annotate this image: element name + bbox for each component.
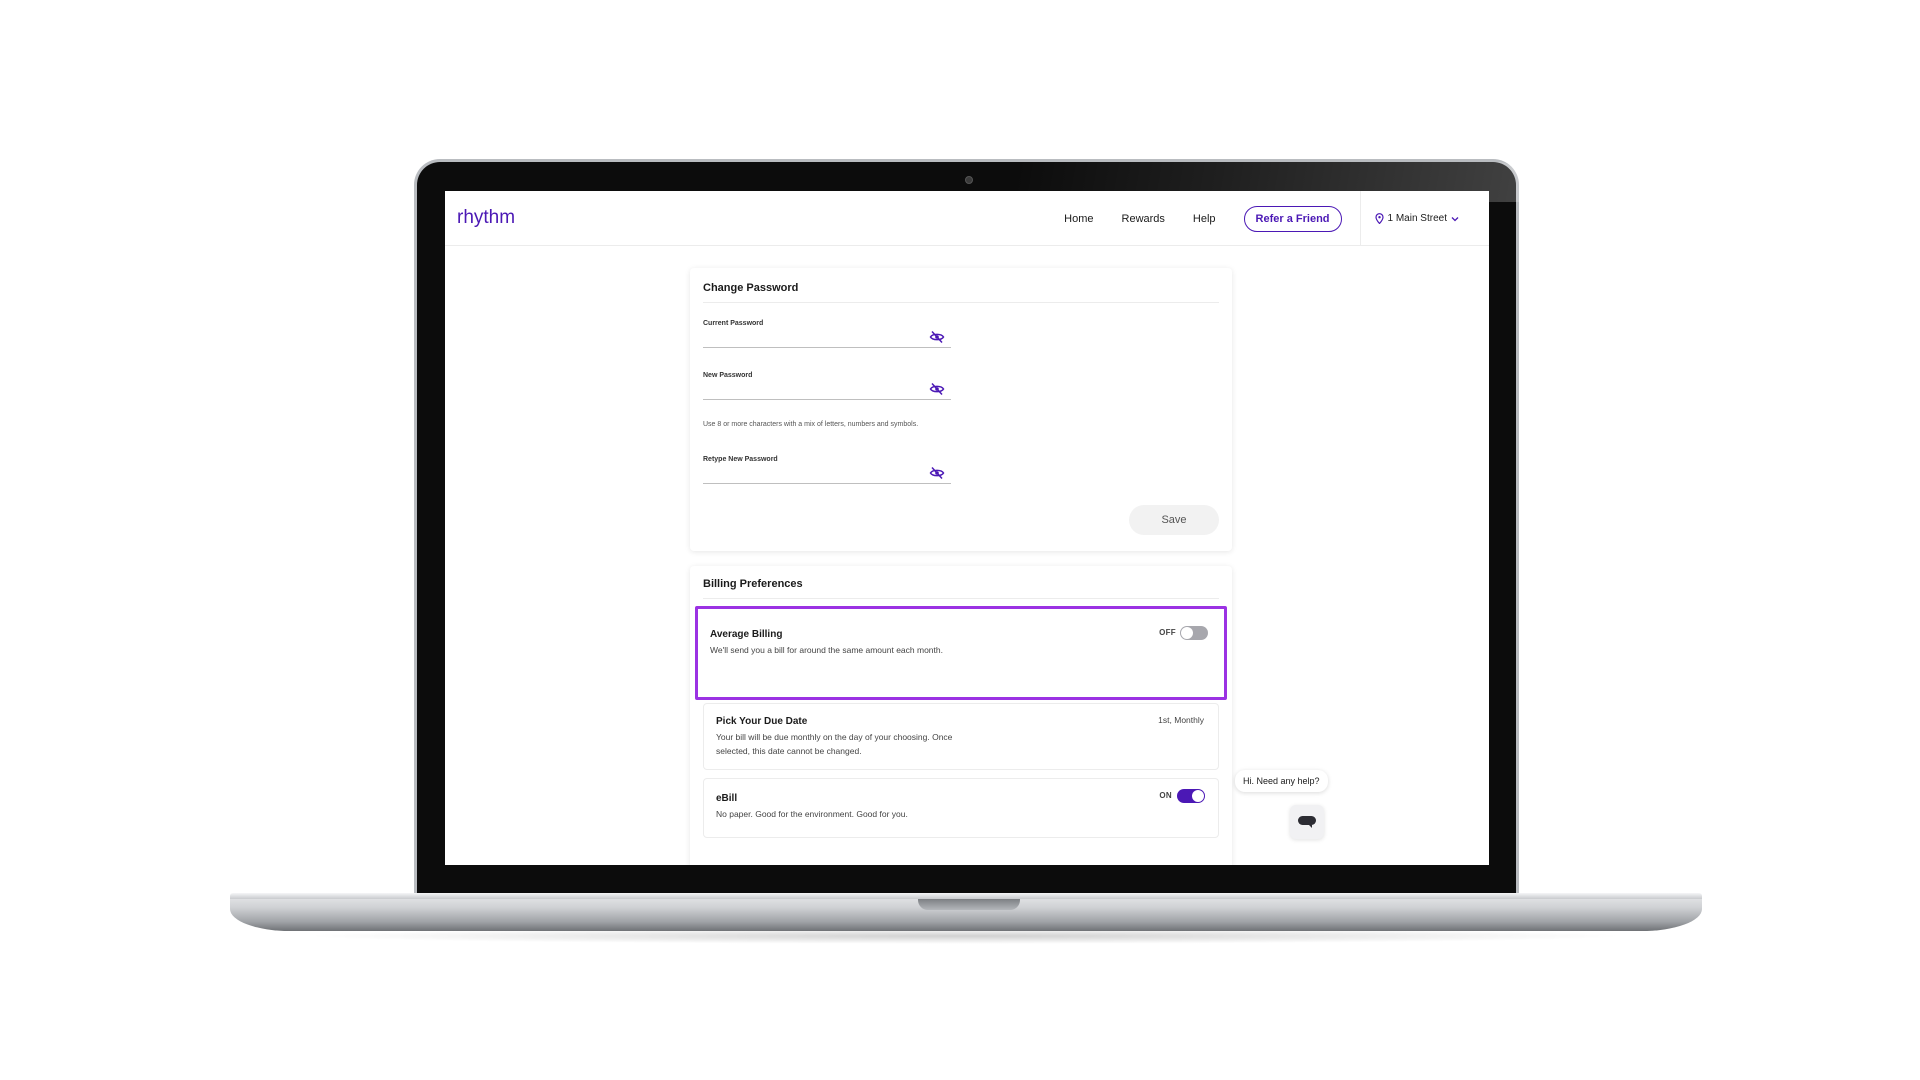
- toggle-knob: [1192, 790, 1204, 802]
- average-billing-state: OFF: [1159, 628, 1176, 637]
- chat-prompt-bubble[interactable]: Hi. Need any help?: [1235, 770, 1328, 792]
- ebill-description: No paper. Good for the environment. Good…: [716, 809, 908, 819]
- change-password-card: Change Password Current Password New Pas…: [690, 268, 1232, 551]
- location-pin-icon: [1374, 213, 1384, 224]
- average-billing-toggle[interactable]: [1180, 626, 1208, 640]
- nav-help[interactable]: Help: [1193, 213, 1216, 225]
- nav-rewards[interactable]: Rewards: [1122, 213, 1165, 225]
- nav-bar: Home Rewards Help Refer a Friend 1 Main …: [1064, 191, 1489, 246]
- due-date-value: 1st, Monthly: [1158, 715, 1204, 725]
- nav-divider: [1359, 191, 1361, 246]
- svg-text:rhythm: rhythm: [457, 207, 515, 228]
- current-password-label: Current Password: [703, 320, 764, 327]
- address-selector[interactable]: 1 Main Street: [1374, 213, 1463, 224]
- ebill-state: ON: [1159, 791, 1172, 800]
- nav-home[interactable]: Home: [1064, 213, 1093, 225]
- chat-launcher-button[interactable]: [1290, 805, 1324, 839]
- card-divider: [703, 302, 1219, 303]
- hide-password-icon[interactable]: [929, 466, 945, 480]
- billing-preferences-card: Billing Preferences Average Billing We'l…: [690, 566, 1232, 865]
- average-billing-row: Average Billing We'll send you a bill fo…: [695, 606, 1227, 700]
- toggle-knob: [1181, 627, 1193, 639]
- hide-password-icon[interactable]: [929, 330, 945, 344]
- retype-password-field[interactable]: [703, 466, 951, 484]
- camera-dot: [965, 176, 973, 184]
- retype-password-label: Retype New Password: [703, 456, 778, 463]
- ebill-toggle[interactable]: [1177, 789, 1205, 803]
- refer-a-friend-button[interactable]: Refer a Friend: [1243, 205, 1342, 232]
- average-billing-description: We'll send you a bill for around the sam…: [710, 645, 943, 655]
- ebill-row: eBill No paper. Good for the environment…: [703, 778, 1219, 838]
- password-hint: Use 8 or more characters with a mix of l…: [703, 421, 919, 428]
- chevron-down-icon: [1451, 216, 1459, 221]
- rhythm-logo[interactable]: rhythm: [457, 203, 527, 235]
- new-password-field[interactable]: [703, 382, 951, 400]
- ebill-title: eBill: [716, 793, 738, 804]
- current-password-field[interactable]: [703, 330, 951, 348]
- address-label: 1 Main Street: [1387, 213, 1447, 224]
- chat-icon: [1298, 816, 1316, 828]
- due-date-description: Your bill will be due monthly on the day…: [716, 732, 953, 756]
- billing-preferences-title: Billing Preferences: [703, 578, 803, 590]
- due-date-row[interactable]: Pick Your Due Date Your bill will be due…: [703, 703, 1219, 770]
- top-navigation: rhythm Home Rewards Help Refer a Friend …: [445, 191, 1489, 246]
- change-password-title: Change Password: [703, 282, 799, 294]
- laptop-notch: [918, 899, 1020, 910]
- save-password-button[interactable]: Save: [1129, 505, 1219, 535]
- card-divider: [703, 598, 1219, 599]
- hide-password-icon[interactable]: [929, 382, 945, 396]
- average-billing-title: Average Billing: [710, 629, 783, 640]
- app-screen: rhythm Home Rewards Help Refer a Friend …: [445, 191, 1489, 865]
- due-date-title: Pick Your Due Date: [716, 716, 808, 727]
- new-password-label: New Password: [703, 372, 753, 379]
